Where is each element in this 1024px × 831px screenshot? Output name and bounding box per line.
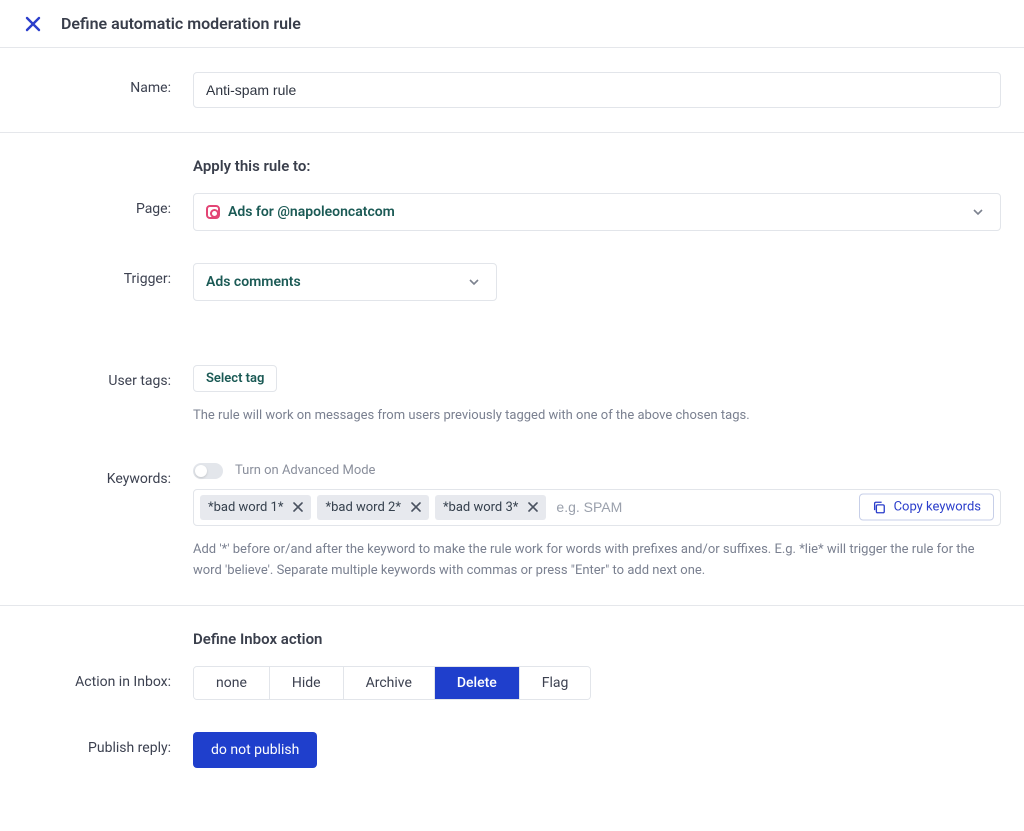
name-input[interactable] [193, 72, 1001, 108]
close-icon[interactable] [25, 16, 41, 32]
action-option-hide[interactable]: Hide [270, 667, 344, 699]
action-in-inbox-label: Action in Inbox: [25, 666, 193, 690]
copy-keywords-button[interactable]: Copy keywords [859, 494, 994, 521]
keywords-help: Add '*' before or/and after the keyword … [193, 540, 1001, 582]
page-select-value: Ads for @napoleoncatcom [228, 204, 395, 220]
trigger-select-value: Ads comments [206, 274, 301, 290]
action-option-delete[interactable]: Delete [435, 667, 520, 699]
keyword-chip-label: *bad word 1* [208, 500, 283, 515]
copy-keywords-label: Copy keywords [894, 500, 981, 515]
section-inbox-action: Define Inbox action Action in Inbox: non… [0, 605, 1024, 792]
select-tag-button[interactable]: Select tag [193, 365, 277, 392]
keywords-input-box[interactable]: *bad word 1* *bad word 2* *bad word 3* Cop… [193, 489, 1001, 526]
publish-reply-button[interactable]: do not publish [193, 732, 317, 768]
user-tags-label: User tags: [25, 365, 193, 389]
action-option-archive[interactable]: Archive [344, 667, 435, 699]
user-tags-help: The rule will work on messages from user… [193, 406, 1001, 427]
advanced-mode-toggle[interactable] [193, 463, 223, 479]
chevron-down-icon [972, 205, 986, 219]
advanced-mode-label: Turn on Advanced Mode [235, 463, 375, 478]
chevron-down-icon [468, 275, 482, 289]
keyword-chip-label: *bad word 3* [443, 500, 518, 515]
keyword-chip: *bad word 3* [435, 495, 546, 520]
keyword-chip: *bad word 1* [200, 495, 311, 520]
trigger-select[interactable]: Ads comments [193, 263, 497, 301]
remove-chip-icon[interactable] [411, 502, 421, 512]
trigger-label: Trigger: [25, 263, 193, 287]
keywords-label: Keywords: [25, 463, 193, 487]
page-select[interactable]: Ads for @napoleoncatcom [193, 193, 1001, 231]
keyword-chip-label: *bad word 2* [325, 500, 400, 515]
remove-chip-icon[interactable] [528, 502, 538, 512]
section-name: Name: [0, 48, 1024, 132]
modal-header: Define automatic moderation rule [0, 0, 1024, 48]
action-option-flag[interactable]: Flag [520, 667, 591, 699]
page-title: Define automatic moderation rule [61, 14, 301, 33]
remove-chip-icon[interactable] [293, 502, 303, 512]
section-apply: Apply this rule to: Page: Ads for @napol… [0, 132, 1024, 605]
action-segmented-control: noneHideArchiveDeleteFlag [193, 666, 591, 700]
inbox-action-heading: Define Inbox action [193, 630, 1004, 648]
instagram-icon [206, 205, 220, 219]
action-option-none[interactable]: none [194, 667, 270, 699]
name-label: Name: [25, 72, 193, 96]
apply-heading: Apply this rule to: [193, 157, 1004, 175]
publish-reply-label: Publish reply: [25, 732, 193, 756]
keyword-chip: *bad word 2* [317, 495, 428, 520]
page-label: Page: [25, 193, 193, 217]
